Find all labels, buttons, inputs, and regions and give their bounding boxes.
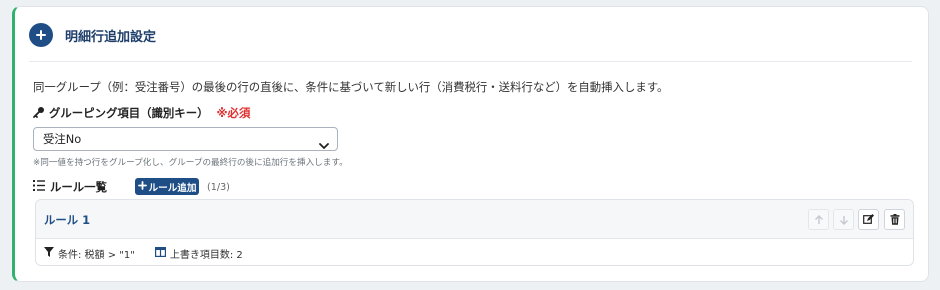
grouping-help-text: ※同一値を持つ行をグループ化し、グループの最終行の後に追加行を挿入します。 — [33, 158, 348, 168]
edit-rule-button[interactable] — [858, 209, 879, 230]
grouping-label-text: グルーピング項目（識別キー） — [49, 106, 209, 120]
rule-card: ルール 1 条件: 税額 > "1" 上書き項目数: 2 — [35, 199, 914, 266]
edit-icon — [863, 210, 874, 229]
add-rule-label: ルール追加 — [148, 182, 197, 194]
grouping-select-value: 受注No — [43, 132, 82, 146]
chevron-down-icon — [319, 135, 329, 157]
rules-title: ルール一覧 — [33, 179, 107, 195]
rule-count: (1/3) — [207, 182, 230, 193]
grouping-label: グルーピング項目（識別キー） ※必須 — [33, 105, 250, 121]
key-icon — [33, 106, 45, 121]
move-up-button[interactable] — [808, 209, 829, 230]
delete-rule-button[interactable] — [884, 209, 905, 230]
required-badge: ※必須 — [216, 106, 251, 120]
rule-name: ルール 1 — [44, 213, 91, 227]
arrow-down-icon — [839, 210, 849, 229]
filter-icon — [44, 247, 54, 260]
settings-card: 明細行追加設定 同一グループ（例：受注番号）の最後の行の直後に、条件に基づいて新… — [12, 6, 929, 282]
page-title: 明細行追加設定 — [65, 30, 157, 45]
rule-card-header: ルール 1 — [36, 200, 913, 239]
trash-icon — [890, 210, 900, 229]
columns-icon — [154, 247, 166, 260]
grouping-select[interactable]: 受注No — [33, 127, 338, 151]
rule-overwrite-count: 上書き項目数: 2 — [169, 250, 243, 261]
plus-circle-icon — [29, 23, 53, 47]
rule-card-body: 条件: 税額 > "1" 上書き項目数: 2 — [44, 246, 243, 261]
plus-icon — [137, 180, 147, 193]
arrow-up-icon — [814, 210, 824, 229]
card-header: 明細行追加設定 — [29, 21, 912, 62]
add-rule-button[interactable]: ルール追加 — [135, 178, 199, 195]
description-text: 同一グループ（例：受注番号）の最後の行の直後に、条件に基づいて新しい行（消費税行… — [33, 80, 669, 94]
rule-condition: 条件: 税額 > "1" — [58, 250, 135, 261]
rules-title-text: ルール一覧 — [50, 180, 107, 194]
list-icon — [33, 180, 45, 194]
move-down-button[interactable] — [833, 209, 854, 230]
